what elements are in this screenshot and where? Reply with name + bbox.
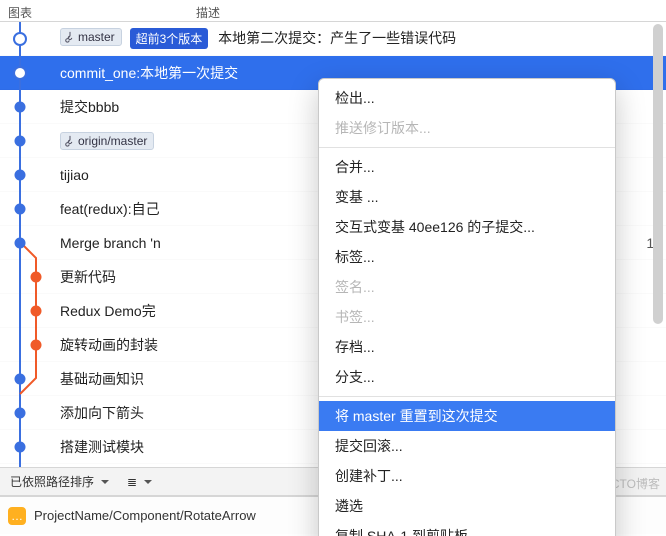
ctx-sign[interactable]: 签名... <box>319 272 615 302</box>
commit-message: commit_one:本地第一次提交 <box>60 65 238 81</box>
context-menu: 检出... 推送修订版本... 合并... 变基 ... 交互式变基 40ee1… <box>318 78 616 536</box>
commit-message: 更新代码 <box>60 269 116 285</box>
commit-message: feat(redux):自己 <box>60 201 160 217</box>
ctx-merge[interactable]: 合并... <box>319 152 615 182</box>
list-icon: ≣ <box>127 475 137 489</box>
branch-tag-origin-master: origin/master <box>60 132 154 150</box>
branch-tag-master: master <box>60 28 122 46</box>
commit-message: 提交bbbb <box>60 99 119 115</box>
commit-message: 添加向下箭头 <box>60 405 144 421</box>
ctx-archive[interactable]: 存档... <box>319 332 615 362</box>
ctx-copy-sha[interactable]: 复制 SHA-1 到剪贴板 <box>319 521 615 536</box>
commit-message: Merge branch 'n <box>60 235 161 251</box>
chevron-down-icon <box>141 475 152 489</box>
ctx-tag[interactable]: 标签... <box>319 242 615 272</box>
sort-label: 已依照路径排序 <box>10 473 94 490</box>
ctx-revert[interactable]: 提交回滚... <box>319 431 615 461</box>
ctx-create-patch[interactable]: 创建补丁... <box>319 461 615 491</box>
file-path: ProjectName/Component/RotateArrow <box>34 508 256 523</box>
branch-label: master <box>78 30 115 44</box>
commit-message: 搭建测试模块 <box>60 439 144 455</box>
commit-message: 旋转动画的封装 <box>60 337 158 353</box>
ctx-separator <box>319 396 615 397</box>
commit-message: 基础动画知识 <box>60 371 144 387</box>
scrollbar-thumb[interactable] <box>653 24 663 324</box>
header-col-desc: 描述 <box>190 4 666 21</box>
file-icon: … <box>8 507 26 525</box>
commit-row[interactable]: master 超前3个版本 本地第二次提交：产生了一些错误代码 <box>0 22 666 56</box>
sort-dropdown[interactable]: 已依照路径排序 <box>6 471 113 492</box>
ahead-badge: 超前3个版本 <box>130 28 209 49</box>
scrollbar[interactable] <box>651 22 665 468</box>
ctx-bookmark[interactable]: 书签... <box>319 302 615 332</box>
branch-label: origin/master <box>78 134 147 148</box>
ctx-push-revision[interactable]: 推送修订版本... <box>319 113 615 143</box>
ctx-cherry-pick[interactable]: 遴选 <box>319 491 615 521</box>
list-header: 图表 描述 <box>0 0 666 22</box>
ctx-separator <box>319 147 615 148</box>
header-col-graph: 图表 <box>0 4 190 21</box>
commit-message: Redux Demo完 <box>60 303 156 319</box>
commit-message: 本地第二次提交：产生了一些错误代码 <box>218 30 456 46</box>
ctx-rebase-interactive[interactable]: 交互式变基 40ee126 的子提交... <box>319 212 615 242</box>
chevron-down-icon <box>98 475 109 489</box>
ctx-checkout[interactable]: 检出... <box>319 83 615 113</box>
view-options-dropdown[interactable]: ≣ <box>123 473 156 491</box>
ctx-rebase[interactable]: 变基 ... <box>319 182 615 212</box>
ctx-branch[interactable]: 分支... <box>319 362 615 392</box>
commit-message: tijiao <box>60 167 89 183</box>
ctx-reset-master[interactable]: 将 master 重置到这次提交 <box>319 401 615 431</box>
